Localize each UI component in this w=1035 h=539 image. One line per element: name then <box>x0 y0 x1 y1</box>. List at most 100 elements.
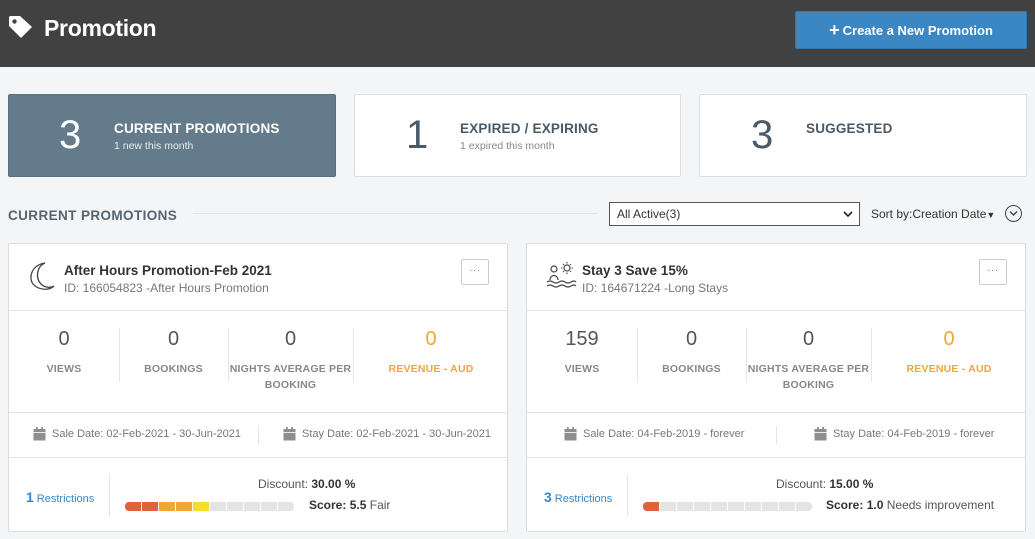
score-value: 5.5 <box>349 498 367 512</box>
score-segment <box>176 502 192 511</box>
suggested-tile[interactable]: 3 SUGGESTED <box>699 94 1027 177</box>
discount-label: Discount: <box>258 477 309 491</box>
score-bar <box>125 502 294 511</box>
score-segment <box>796 502 812 511</box>
score-segment <box>142 502 158 511</box>
score-value: 1.0 <box>866 498 884 512</box>
date-divider <box>258 426 259 444</box>
expired-count: 1 <box>406 113 429 157</box>
discount-value: 30.00 % <box>311 477 356 491</box>
nights-value: 0 <box>284 328 297 350</box>
views-value: 159 <box>565 328 599 350</box>
card-divider <box>9 412 507 413</box>
score-segment <box>728 502 744 511</box>
score-word: Needs improvement <box>886 498 995 512</box>
beach-sun-icon <box>546 262 577 288</box>
expired-label: EXPIRED / EXPIRING <box>460 121 599 136</box>
views-stat: 159 VIEWS <box>527 328 637 377</box>
calendar-icon <box>283 427 296 441</box>
create-promotion-button[interactable]: + Create a New Promotion <box>795 11 1027 49</box>
score-segment <box>677 502 693 511</box>
nights-stat: 0 NIGHTS AVERAGE PER BOOKING <box>228 328 353 393</box>
score-segment <box>278 502 294 511</box>
current-count: 3 <box>59 113 82 157</box>
promotion-id: ID: 164671224 -Long Stays <box>582 281 729 295</box>
restrictions-count: 1 <box>26 489 34 505</box>
card-divider <box>527 457 1025 458</box>
card-divider <box>9 310 507 311</box>
nights-label: NIGHTS AVERAGE PER BOOKING <box>229 363 352 391</box>
views-stat: 0 VIEWS <box>9 328 119 377</box>
promotion-name[interactable]: After Hours Promotion-Feb 2021 <box>64 263 272 278</box>
score: Score: 5.5 Fair <box>309 498 390 512</box>
stay-date-text: Stay Date: 04-Feb-2019 - forever <box>833 428 995 440</box>
score-word: Fair <box>369 498 391 512</box>
score-label: Score: <box>826 498 864 512</box>
revenue-label: REVENUE - AUD <box>388 363 474 375</box>
current-promotions-tile[interactable]: 3 CURRENT PROMOTIONS 1 new this month <box>8 94 336 177</box>
top-bar: Promotion + Create a New Promotion <box>0 0 1035 67</box>
views-label: VIEWS <box>46 363 82 375</box>
chevron-down-icon <box>843 211 853 218</box>
restrictions-link[interactable]: 1 Restrictions <box>26 489 94 505</box>
expired-tile[interactable]: 1 EXPIRED / EXPIRING 1 expired this mont… <box>354 94 681 177</box>
card-divider <box>527 310 1025 311</box>
nights-stat: 0 NIGHTS AVERAGE PER BOOKING <box>746 328 871 393</box>
promotion-name[interactable]: Stay 3 Save 15% <box>582 263 688 278</box>
restrictions-label: Restrictions <box>36 493 95 505</box>
restrictions-divider <box>627 474 628 516</box>
sort-by-dropdown[interactable]: Sort by:Creation Date▼ <box>871 207 995 221</box>
calendar-icon <box>33 427 46 441</box>
promotion-card: Stay 3 Save 15% ID: 164671224 -Long Stay… <box>526 243 1026 532</box>
suggested-count: 3 <box>751 113 774 157</box>
moon-icon <box>30 262 55 290</box>
bookings-stat: 0 BOOKINGS <box>637 328 746 377</box>
plus-icon: + <box>829 20 840 40</box>
current-sub: 1 new this month <box>114 140 194 152</box>
score-segment <box>745 502 761 511</box>
suggested-label: SUGGESTED <box>806 121 893 136</box>
score-segment <box>210 502 226 511</box>
discount-value: 15.00 % <box>829 477 874 491</box>
revenue-value: 0 <box>425 328 437 350</box>
score-segment <box>227 502 243 511</box>
score-segment <box>643 502 659 511</box>
score-segment <box>762 502 778 511</box>
status-filter-select[interactable]: All Active(3) <box>609 202 860 226</box>
revenue-stat: 0 REVENUE - AUD <box>871 328 1027 377</box>
create-promotion-label: Create a New Promotion <box>842 22 993 38</box>
caret-down-icon: ▼ <box>986 210 996 220</box>
more-options-button[interactable]: ··· <box>461 259 489 285</box>
score-segment <box>779 502 795 511</box>
discount: Discount: 15.00 % <box>776 477 873 491</box>
card-divider <box>9 457 507 458</box>
score-segment <box>193 502 209 511</box>
revenue-stat: 0 REVENUE - AUD <box>353 328 509 377</box>
bookings-label: BOOKINGS <box>662 363 721 375</box>
stay-date-text: Stay Date: 02-Feb-2021 - 30-Jun-2021 <box>302 428 491 440</box>
score-bar <box>643 502 812 511</box>
score: Score: 1.0 Needs improvement <box>826 498 994 512</box>
score-segment <box>125 502 141 511</box>
card-divider <box>527 412 1025 413</box>
sale-date: Sale Date: 02-Feb-2021 - 30-Jun-2021 <box>33 427 241 441</box>
filter-value: All Active(3) <box>617 207 681 221</box>
discount-label: Discount: <box>776 477 827 491</box>
nights-label: NIGHTS AVERAGE PER BOOKING <box>747 363 870 391</box>
calendar-icon <box>564 427 577 441</box>
chevron-down-icon <box>1009 211 1018 216</box>
sale-date: Sale Date: 04-Feb-2019 - forever <box>564 427 744 441</box>
score-segment <box>660 502 676 511</box>
sale-date-text: Sale Date: 04-Feb-2019 - forever <box>583 428 745 440</box>
bookings-stat: 0 BOOKINGS <box>119 328 228 377</box>
score-label: Score: <box>309 498 347 512</box>
page-title: Promotion <box>44 15 157 41</box>
score-segment <box>694 502 710 511</box>
restrictions-count: 3 <box>544 489 552 505</box>
restrictions-link[interactable]: 3 Restrictions <box>544 489 612 505</box>
more-options-button[interactable]: ··· <box>979 259 1007 285</box>
calendar-icon <box>814 427 827 441</box>
date-divider <box>776 426 777 444</box>
sort-direction-button[interactable] <box>1005 205 1022 222</box>
sort-label: Sort by:Creation Date <box>871 207 987 221</box>
